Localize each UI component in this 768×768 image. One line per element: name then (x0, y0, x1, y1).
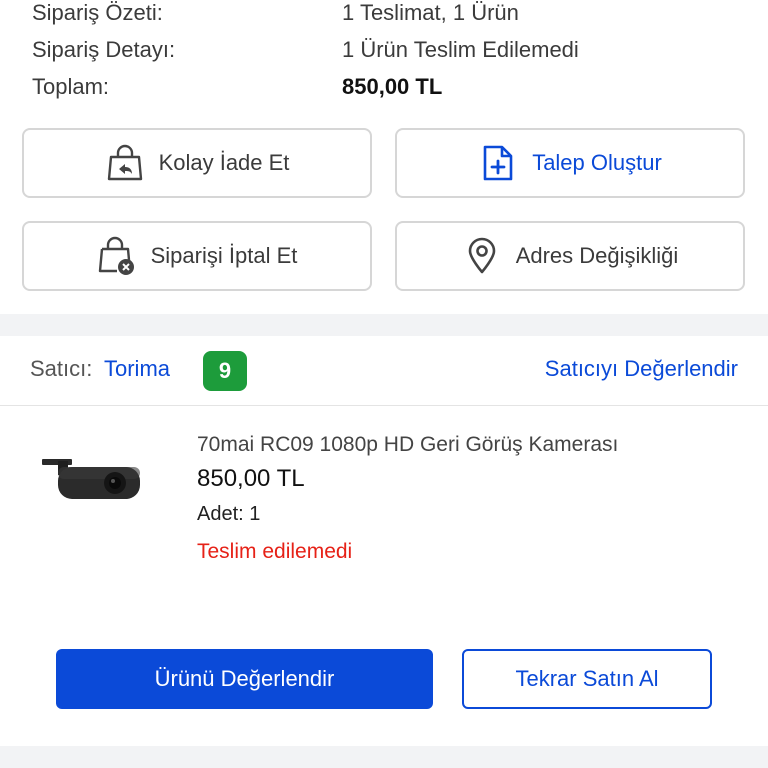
seller-row: Satıcı: Torima 9 Satıcıyı Değerlendir (0, 336, 768, 406)
shopping-bag-return-icon (105, 143, 145, 183)
section-divider (0, 746, 768, 768)
summary-value: 1 Teslimat, 1 Ürün (342, 0, 519, 25)
section-divider (0, 314, 768, 336)
document-plus-icon (478, 143, 518, 183)
summary-label: Sipariş Detayı: (32, 37, 176, 62)
easy-return-button[interactable]: Kolay İade Et (22, 128, 372, 198)
seller-name-link[interactable]: Torima (104, 356, 170, 382)
product-quantity: Adet: 1 (197, 503, 261, 525)
address-change-label: Adres Değişikliği (515, 243, 679, 268)
rate-seller-link[interactable]: Satıcıyı Değerlendir (545, 356, 738, 382)
delivery-status: Teslim edilemedi (197, 540, 353, 563)
product-image[interactable] (36, 447, 146, 517)
summary-row-overview: Sipariş Özeti: 1 Teslimat, 1 Ürün (32, 0, 732, 28)
address-change-button[interactable]: Adres Değişikliği (395, 221, 745, 291)
summary-label: Sipariş Özeti: (32, 0, 163, 25)
total-price: 850,00 TL (342, 74, 443, 99)
buy-again-button[interactable]: Tekrar Satın Al (462, 649, 712, 709)
create-request-button[interactable]: Talep Oluştur (395, 128, 745, 198)
easy-return-label: Kolay İade Et (158, 150, 290, 175)
rate-product-button[interactable]: Ürünü Değerlendir (56, 649, 433, 709)
create-request-label: Talep Oluştur (532, 150, 662, 175)
product-item[interactable]: 70mai RC09 1080p HD Geri Görüş Kamerası … (0, 407, 768, 627)
seller-label: Satıcı: (30, 356, 93, 381)
shopping-bag-cancel-icon (97, 236, 137, 276)
summary-row-detail: Sipariş Detayı: 1 Ürün Teslim Edilemedi (32, 35, 732, 65)
order-summary: Sipariş Özeti: 1 Teslimat, 1 Ürün Sipari… (0, 0, 768, 110)
seller-score-badge: 9 (203, 351, 247, 391)
product-title[interactable]: 70mai RC09 1080p HD Geri Görüş Kamerası (197, 433, 618, 457)
summary-row-total: Toplam: 850,00 TL (32, 72, 732, 102)
product-price: 850,00 TL (197, 465, 305, 492)
location-pin-icon (462, 236, 502, 276)
summary-label: Toplam: (32, 74, 110, 99)
cancel-order-button[interactable]: Siparişi İptal Et (22, 221, 372, 291)
summary-value: 1 Ürün Teslim Edilemedi (342, 37, 579, 62)
cancel-order-label: Siparişi İptal Et (150, 243, 298, 268)
